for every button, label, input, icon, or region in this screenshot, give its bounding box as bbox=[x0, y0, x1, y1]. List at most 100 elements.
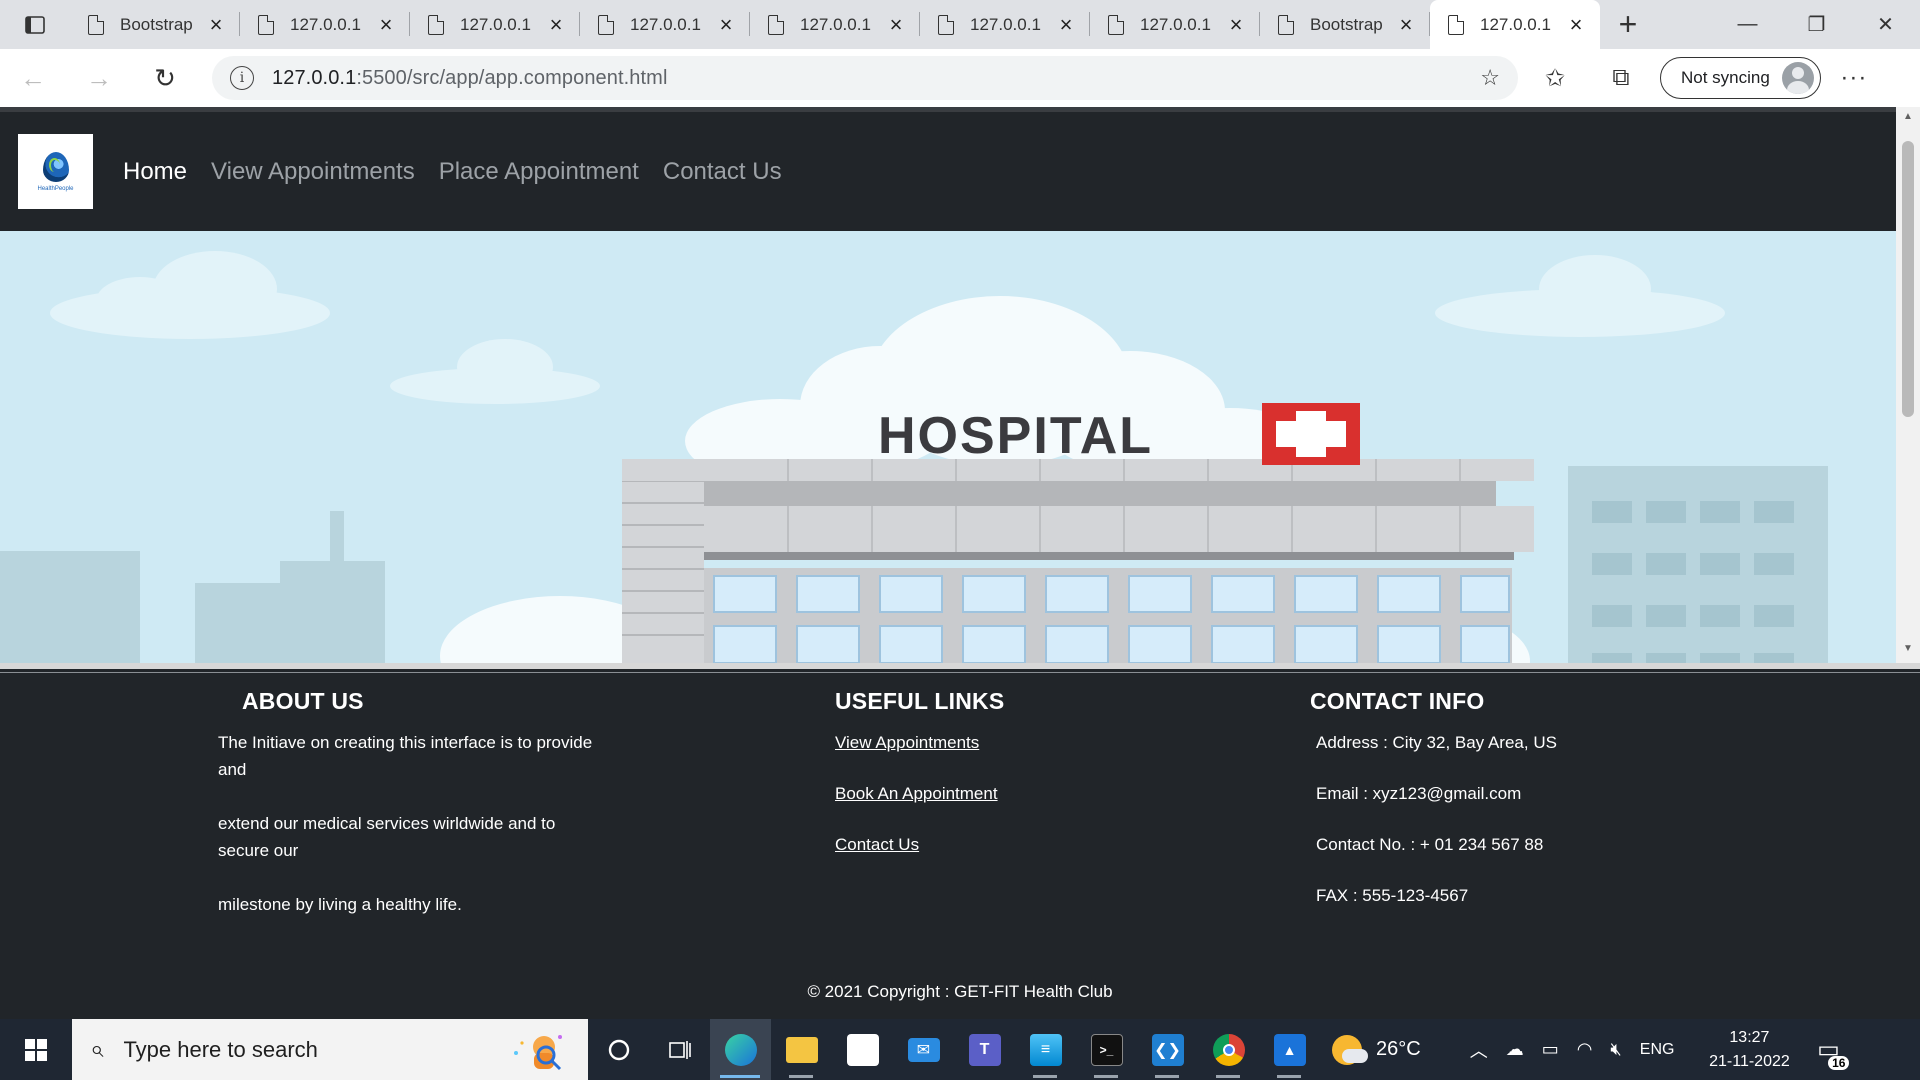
cortana-icon[interactable] bbox=[588, 1019, 649, 1080]
page-icon bbox=[1278, 14, 1294, 35]
more-icon[interactable]: ··· bbox=[1821, 64, 1887, 92]
restore-button[interactable]: ❐ bbox=[1782, 0, 1851, 49]
tab-title: 127.0.0.1 bbox=[290, 14, 361, 34]
avatar bbox=[1781, 62, 1814, 94]
browser-tab-active[interactable]: 127.0.0.1 × bbox=[1430, 0, 1600, 49]
microsoft-store-icon[interactable] bbox=[832, 1019, 893, 1080]
taskbar-clock[interactable]: 13:27 21-11-2022 bbox=[1697, 1026, 1801, 1074]
browser-tab[interactable]: 127.0.0.1 × bbox=[240, 0, 410, 49]
favorites-icon[interactable]: ✩ bbox=[1522, 64, 1588, 93]
forward-button[interactable]: → bbox=[66, 49, 132, 107]
onedrive-icon[interactable]: ☁ bbox=[1506, 1039, 1524, 1060]
language-indicator[interactable]: ENG bbox=[1640, 1041, 1675, 1059]
clock-date: 21-11-2022 bbox=[1709, 1052, 1790, 1070]
tab-title: 127.0.0.1 bbox=[460, 14, 531, 34]
footer-link-contact-us[interactable]: Contact Us bbox=[835, 831, 1004, 858]
weather-widget[interactable]: 26°C bbox=[1332, 1034, 1421, 1065]
system-tray: ︿ ☁ ▭ ◠ 🔇︎ ENG bbox=[1461, 1037, 1684, 1063]
scrollbar-thumb[interactable] bbox=[1902, 141, 1914, 417]
contact-info-title: CONTACT INFO bbox=[1310, 688, 1485, 714]
file-explorer-icon[interactable] bbox=[771, 1019, 832, 1080]
red-cross-icon bbox=[1262, 403, 1360, 465]
close-icon[interactable]: × bbox=[886, 13, 906, 36]
browser-tab[interactable]: 127.0.0.1 × bbox=[410, 0, 580, 49]
start-button[interactable] bbox=[0, 1019, 72, 1080]
address-bar[interactable]: i 127.0.0.1:5500/src/app/app.component.h… bbox=[212, 56, 1518, 100]
vscode-icon[interactable]: ❮❯ bbox=[1137, 1019, 1198, 1080]
photos-icon[interactable]: ▲ bbox=[1259, 1019, 1320, 1080]
info-icon[interactable]: i bbox=[230, 66, 254, 90]
chrome-icon[interactable] bbox=[1198, 1019, 1259, 1080]
edge-taskbar-icon[interactable] bbox=[710, 1019, 771, 1080]
tab-title: 127.0.0.1 bbox=[800, 14, 871, 34]
browser-tab-strip: Bootstrap × 127.0.0.1 × 127.0.0.1 × 127.0.0… bbox=[0, 0, 1920, 49]
chevron-up-icon[interactable]: ︿ bbox=[1470, 1037, 1488, 1063]
tab-actions-icon bbox=[25, 15, 45, 34]
about-paragraph: extend our medical services wirldwide an… bbox=[218, 814, 556, 860]
footer-link-view-appointments[interactable]: View Appointments bbox=[835, 729, 1004, 756]
useful-links-title: USEFUL LINKS bbox=[835, 688, 1005, 714]
minimize-button[interactable]: — bbox=[1713, 0, 1782, 49]
nav-link-place-appointment[interactable]: Place Appointment bbox=[427, 158, 651, 186]
search-icon: ⌕ bbox=[90, 1035, 104, 1063]
close-icon[interactable]: × bbox=[546, 13, 566, 36]
tab-title: Bootstrap bbox=[1310, 14, 1383, 34]
contact-phone: Contact No. : + 01 234 567 88 bbox=[1316, 835, 1544, 854]
notification-center-icon[interactable]: ▭ 16 bbox=[1801, 1019, 1855, 1080]
collections-icon[interactable]: ⧉ bbox=[1588, 64, 1654, 92]
add-favorite-icon[interactable]: ☆ bbox=[1480, 65, 1500, 91]
volume-muted-icon[interactable]: 🔇︎ bbox=[1610, 1039, 1621, 1060]
tab-title: 127.0.0.1 bbox=[970, 14, 1041, 34]
mail-icon[interactable]: ✉ bbox=[893, 1019, 954, 1080]
vertical-scrollbar[interactable]: ▲ ▼ bbox=[1896, 107, 1920, 667]
notification-count: 16 bbox=[1828, 1056, 1850, 1070]
tab-title: Bootstrap bbox=[120, 14, 193, 34]
profile-sync-button[interactable]: Not syncing bbox=[1660, 57, 1821, 99]
close-icon[interactable]: × bbox=[1396, 13, 1416, 36]
scroll-down-arrow-icon[interactable]: ▼ bbox=[1896, 643, 1920, 663]
page-icon bbox=[258, 14, 274, 35]
copyright-text: © 2021 Copyright : GET-FIT Health Club bbox=[807, 982, 1113, 1001]
browser-tab[interactable]: 127.0.0.1 × bbox=[920, 0, 1090, 49]
browser-tab[interactable]: Bootstrap × bbox=[1260, 0, 1430, 49]
nav-link-home[interactable]: Home bbox=[111, 158, 199, 186]
footer-link-book-appointment[interactable]: Book An Appointment bbox=[835, 780, 1004, 807]
site-navbar: HealthPeople Home View Appointments Plac… bbox=[0, 112, 1896, 231]
browser-tab[interactable]: 127.0.0.1 × bbox=[1090, 0, 1260, 49]
weather-partly-cloudy-icon bbox=[1332, 1034, 1368, 1065]
taskbar-search-box[interactable]: ⌕ Type here to search bbox=[72, 1019, 588, 1080]
about-paragraph: The Initiave on creating this interface … bbox=[218, 733, 593, 779]
url-text[interactable]: 127.0.0.1:5500/src/app/app.component.htm… bbox=[272, 67, 667, 90]
refresh-button[interactable]: ↻ bbox=[132, 49, 198, 107]
database-app-icon[interactable]: ≡ bbox=[1015, 1019, 1076, 1080]
footer-about-column: ABOUT US The Initiave on creating this i… bbox=[218, 672, 598, 945]
scroll-up-arrow-icon[interactable]: ▲ bbox=[1896, 111, 1920, 131]
wifi-icon[interactable]: ◠ bbox=[1577, 1039, 1593, 1060]
new-tab-button[interactable]: + bbox=[1600, 0, 1656, 49]
close-icon[interactable]: × bbox=[1056, 13, 1076, 36]
about-paragraph: milestone by living a healthy life. bbox=[218, 895, 462, 914]
tab-actions-button[interactable] bbox=[0, 0, 70, 49]
nav-links: Home View Appointments Place Appointment… bbox=[111, 158, 794, 186]
browser-tab[interactable]: 127.0.0.1 × bbox=[750, 0, 920, 49]
battery-icon[interactable]: ▭ bbox=[1542, 1039, 1559, 1060]
teams-icon[interactable]: T bbox=[954, 1019, 1015, 1080]
browser-tab[interactable]: Bootstrap × bbox=[70, 0, 240, 49]
terminal-icon[interactable]: >_ bbox=[1076, 1019, 1137, 1080]
close-icon[interactable]: × bbox=[1226, 13, 1246, 36]
browser-tab[interactable]: 127.0.0.1 × bbox=[580, 0, 750, 49]
site-logo[interactable]: HealthPeople bbox=[18, 134, 93, 209]
footer-links-column: USEFUL LINKS View Appointments Book An A… bbox=[835, 672, 1004, 882]
task-view-icon[interactable] bbox=[649, 1019, 710, 1080]
close-icon[interactable]: × bbox=[376, 13, 396, 36]
close-icon[interactable]: × bbox=[716, 13, 736, 36]
logo-text: HealthPeople bbox=[37, 185, 74, 192]
page-icon bbox=[88, 14, 104, 35]
nav-link-contact-us[interactable]: Contact Us bbox=[651, 158, 794, 186]
close-icon[interactable]: × bbox=[206, 13, 226, 36]
nav-link-view-appointments[interactable]: View Appointments bbox=[199, 158, 427, 186]
close-icon[interactable]: × bbox=[1566, 13, 1586, 36]
site-footer: ABOUT US The Initiave on creating this i… bbox=[0, 672, 1920, 1019]
back-button[interactable]: ← bbox=[0, 49, 66, 107]
close-window-button[interactable]: ✕ bbox=[1851, 0, 1920, 49]
